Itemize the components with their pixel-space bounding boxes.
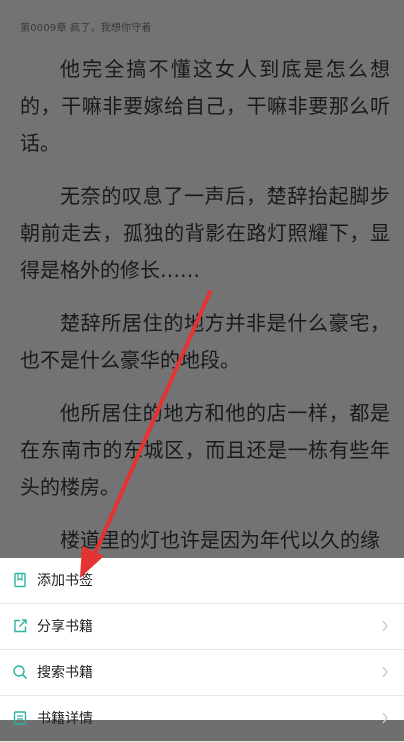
reader-page[interactable]: 第0009章 疯了，我想你守着 他完全搞不懂这女人到底是怎么想的，干嘛非要嫁给自… (0, 0, 404, 560)
overlay-dim[interactable] (0, 0, 404, 560)
menu-item-label: 分享书籍 (37, 619, 93, 635)
share-icon (12, 618, 28, 634)
menu-item-search-book[interactable]: 搜索书籍 (0, 650, 404, 696)
action-sheet: 添加书签 分享书籍 搜索书籍 书籍详情 (0, 558, 404, 742)
menu-item-label: 添加书签 (37, 573, 93, 589)
chevron-right-icon (380, 710, 390, 726)
menu-item-label: 搜索书籍 (37, 665, 93, 681)
bookmark-icon (12, 572, 28, 588)
chevron-right-icon (380, 664, 390, 680)
info-icon (12, 710, 28, 726)
menu-item-book-details[interactable]: 书籍详情 (0, 696, 404, 742)
menu-item-share-book[interactable]: 分享书籍 (0, 604, 404, 650)
menu-item-label: 书籍详情 (37, 711, 93, 727)
chevron-right-icon (380, 618, 390, 634)
menu-item-add-bookmark[interactable]: 添加书签 (0, 558, 404, 604)
search-icon (12, 664, 28, 680)
